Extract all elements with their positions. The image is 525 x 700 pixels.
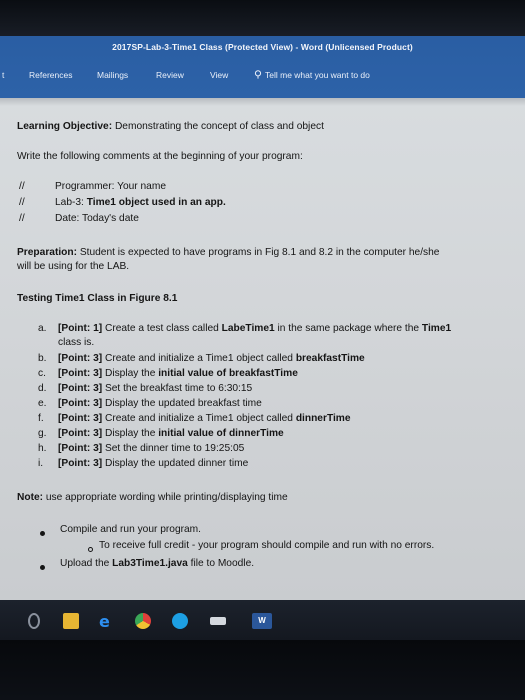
note-text: Note: use appropriate wording while prin… xyxy=(17,492,288,503)
task-item: [Point: 3] Create and initialize a Time1… xyxy=(58,353,365,364)
task-letter: d. xyxy=(38,383,47,394)
skype-icon[interactable] xyxy=(172,613,188,629)
bullet-item: Compile and run your program. xyxy=(60,524,201,535)
learning-objective: Learning Objective: Demonstrating the co… xyxy=(17,121,324,132)
tell-me-search[interactable]: Tell me what you want to do xyxy=(254,70,370,80)
task-letter: g. xyxy=(38,428,47,439)
task-letter: c. xyxy=(38,368,46,379)
task-letter: h. xyxy=(38,443,47,454)
task-letter: e. xyxy=(38,398,47,409)
chrome-icon[interactable] xyxy=(135,613,151,629)
preparation-text-cont: will be using for the LAB. xyxy=(17,261,130,272)
screen-bezel-top xyxy=(0,0,525,40)
mail-icon[interactable] xyxy=(210,617,226,625)
tab-view[interactable]: View xyxy=(210,70,228,80)
task-letter: i. xyxy=(38,458,44,469)
sub-bullet-item: To receive full credit - your program sh… xyxy=(99,540,435,551)
instruction-text: Write the following comments at the begi… xyxy=(17,151,303,162)
preparation-text: Preparation: Student is expected to have… xyxy=(17,247,440,258)
ribbon-tabs: t References Mailings Review View Tell m… xyxy=(0,70,525,86)
bullet-dot xyxy=(40,561,45,574)
sub-bullet-dot xyxy=(88,543,93,556)
tab-review[interactable]: Review xyxy=(156,70,184,80)
word-ribbon: 2017SP-Lab-3-Time1 Class (Protected View… xyxy=(0,36,525,98)
testing-heading: Testing Time1 Class in Figure 8.1 xyxy=(17,293,178,304)
task-item: [Point: 3] Create and initialize a Time1… xyxy=(58,413,351,424)
tab-mailings[interactable]: Mailings xyxy=(97,70,128,80)
comment-marker: // xyxy=(19,213,25,224)
window-title: 2017SP-Lab-3-Time1 Class (Protected View… xyxy=(112,42,413,52)
task-item: [Point: 3] Display the updated dinner ti… xyxy=(58,458,249,469)
comment-marker: // xyxy=(19,197,25,208)
task-item: [Point: 3] Display the updated breakfast… xyxy=(58,398,262,409)
document-page[interactable]: Learning Objective: Demonstrating the co… xyxy=(0,98,525,600)
svg-text:e: e xyxy=(99,613,110,629)
settings-icon[interactable] xyxy=(28,613,40,629)
task-item: [Point: 3] Display the initial value of … xyxy=(58,368,298,379)
task-letter: a. xyxy=(38,323,47,334)
bullet-item: Upload the Lab3Time1.java file to Moodle… xyxy=(60,558,255,569)
screen-bezel-bottom xyxy=(0,640,525,700)
task-item: [Point: 3] Set the dinner time to 19:25:… xyxy=(58,443,245,454)
word-icon[interactable]: W xyxy=(252,613,272,629)
comment-marker: // xyxy=(19,181,25,192)
comment-line: Lab-3: Time1 object used in an app. xyxy=(55,197,226,208)
task-item: [Point: 3] Set the breakfast time to 6:3… xyxy=(58,383,253,394)
task-item: [Point: 3] Display the initial value of … xyxy=(58,428,284,439)
task-item: [Point: 1] Create a test class called La… xyxy=(58,323,452,334)
task-letter: f. xyxy=(38,413,44,424)
tell-me-text: Tell me what you want to do xyxy=(265,70,370,80)
tab-references[interactable]: References xyxy=(29,70,72,80)
task-item-cont: class is. xyxy=(58,337,95,348)
edge-icon[interactable]: e xyxy=(98,612,114,631)
windows-taskbar: e W xyxy=(0,600,525,640)
bullet-dot xyxy=(40,527,45,540)
page-shadow xyxy=(0,98,525,106)
comment-line: Date: Today's date xyxy=(55,213,139,224)
file-explorer-icon[interactable] xyxy=(63,613,79,629)
lightbulb-icon xyxy=(254,70,262,79)
task-letter: b. xyxy=(38,353,47,364)
comment-line: Programmer: Your name xyxy=(55,181,166,192)
tab-partial[interactable]: t xyxy=(2,70,4,80)
